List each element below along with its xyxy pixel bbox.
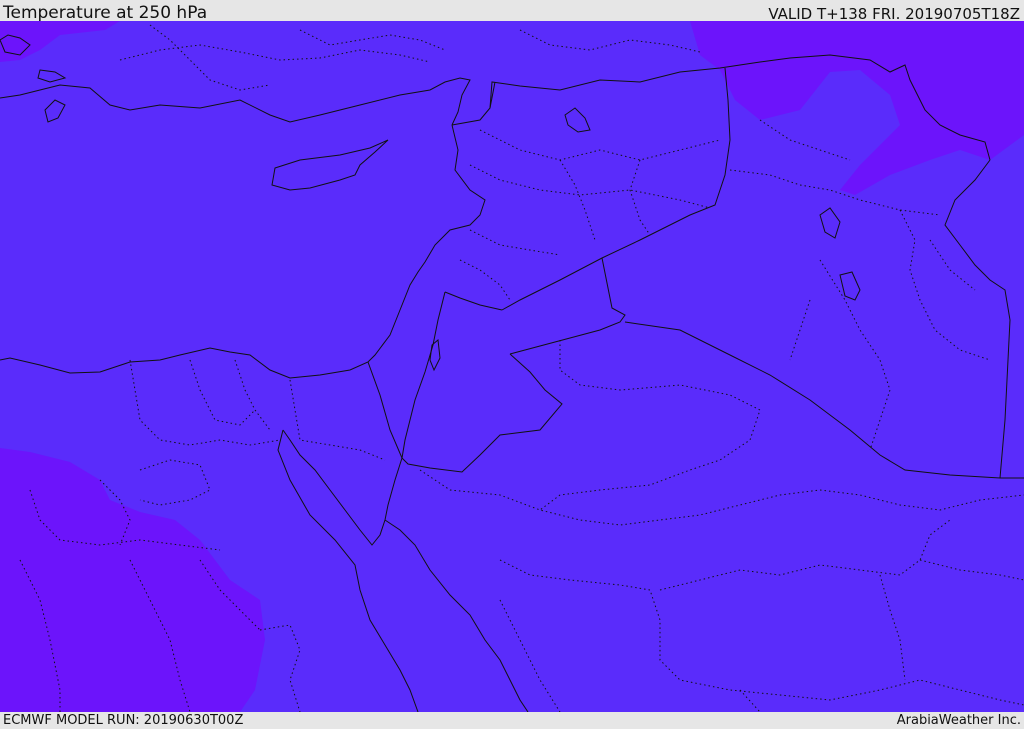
model-run-label: ECMWF MODEL RUN: 20190630T00Z	[3, 713, 244, 728]
map-title: Temperature at 250 hPa	[3, 3, 208, 23]
temperature-map[interactable]	[0, 21, 1024, 712]
weather-map-frame: Temperature at 250 hPa VALID T+138 FRI. …	[0, 0, 1024, 729]
credit-label: ArabiaWeather Inc.	[896, 713, 1021, 728]
map-canvas	[0, 21, 1024, 712]
footer-bar: ECMWF MODEL RUN: 20190630T00Z ArabiaWeat…	[0, 712, 1024, 729]
header-bar: Temperature at 250 hPa VALID T+138 FRI. …	[0, 0, 1024, 23]
